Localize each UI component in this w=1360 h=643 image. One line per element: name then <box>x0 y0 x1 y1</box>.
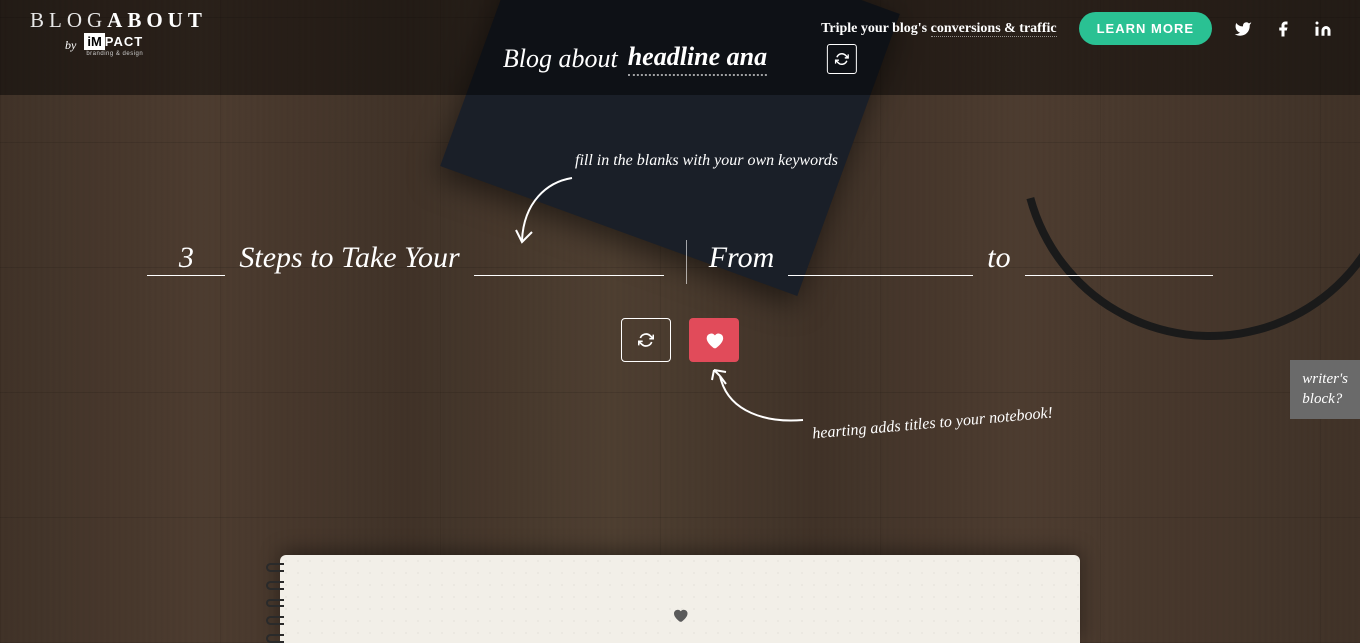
impact-im: iM <box>84 33 104 50</box>
blank-input-3[interactable] <box>1025 240 1213 276</box>
learn-more-button[interactable]: LEARN MORE <box>1079 12 1212 45</box>
action-row <box>621 318 739 362</box>
promo-text: Triple your blog's conversions & traffic <box>821 21 1057 37</box>
logo-by: by <box>65 38 76 53</box>
blog-about-line: Blog about headline ana <box>503 42 857 76</box>
heart-icon <box>703 329 725 351</box>
impact-logo: iMPACT branding & design <box>84 33 143 57</box>
refresh-headline-button[interactable] <box>621 318 671 362</box>
vertical-divider <box>686 240 687 284</box>
headline-text-1: Steps to Take Your <box>239 241 459 275</box>
headline-text-2: From <box>709 241 775 275</box>
headline-text-3: to <box>987 241 1010 275</box>
writers-block-tab[interactable]: writer's block? <box>1290 360 1360 419</box>
impact-pact: PACT <box>105 34 143 49</box>
heart-outline-icon <box>671 606 689 624</box>
refresh-icon <box>638 332 654 348</box>
logo-subline: by iMPACT branding & design <box>30 33 207 57</box>
promo-prefix: Triple your blog's <box>821 21 931 36</box>
notebook-heart-button[interactable] <box>671 606 689 629</box>
linkedin-icon[interactable] <box>1314 20 1332 38</box>
logo-part2: ABOUT <box>107 8 207 32</box>
facebook-icon[interactable] <box>1274 20 1292 38</box>
logo-text: BLOGABOUT <box>30 8 207 33</box>
twitter-icon[interactable] <box>1234 20 1252 38</box>
hint-fill-blanks: fill in the blanks with your own keyword… <box>575 152 838 170</box>
blog-about-prefix: Blog about <box>503 44 618 74</box>
arrow-heart-icon <box>708 368 808 438</box>
notebook-spiral <box>266 563 284 643</box>
promo-underlined: conversions & traffic <box>931 21 1057 37</box>
notebook[interactable] <box>280 555 1080 643</box>
blank-input-1[interactable] <box>474 240 664 276</box>
headline-template: Steps to Take Your From to <box>0 240 1360 284</box>
refresh-topic-button[interactable] <box>827 44 857 74</box>
blog-topic-value[interactable]: headline ana <box>628 42 767 76</box>
logo-part1: BLOG <box>30 8 107 32</box>
refresh-icon <box>835 52 849 66</box>
blank-number-input[interactable] <box>147 240 225 276</box>
writers-block-line2: block? <box>1302 391 1342 407</box>
impact-tagline: branding & design <box>84 51 143 57</box>
logo[interactable]: BLOGABOUT by iMPACT branding & design <box>30 8 207 57</box>
header-bar: BLOGABOUT by iMPACT branding & design Tr… <box>0 0 1360 95</box>
writers-block-line1: writer's <box>1302 371 1348 387</box>
header-right: Triple your blog's conversions & traffic… <box>821 12 1332 45</box>
blank-input-2[interactable] <box>788 240 973 276</box>
heart-button[interactable] <box>689 318 739 362</box>
